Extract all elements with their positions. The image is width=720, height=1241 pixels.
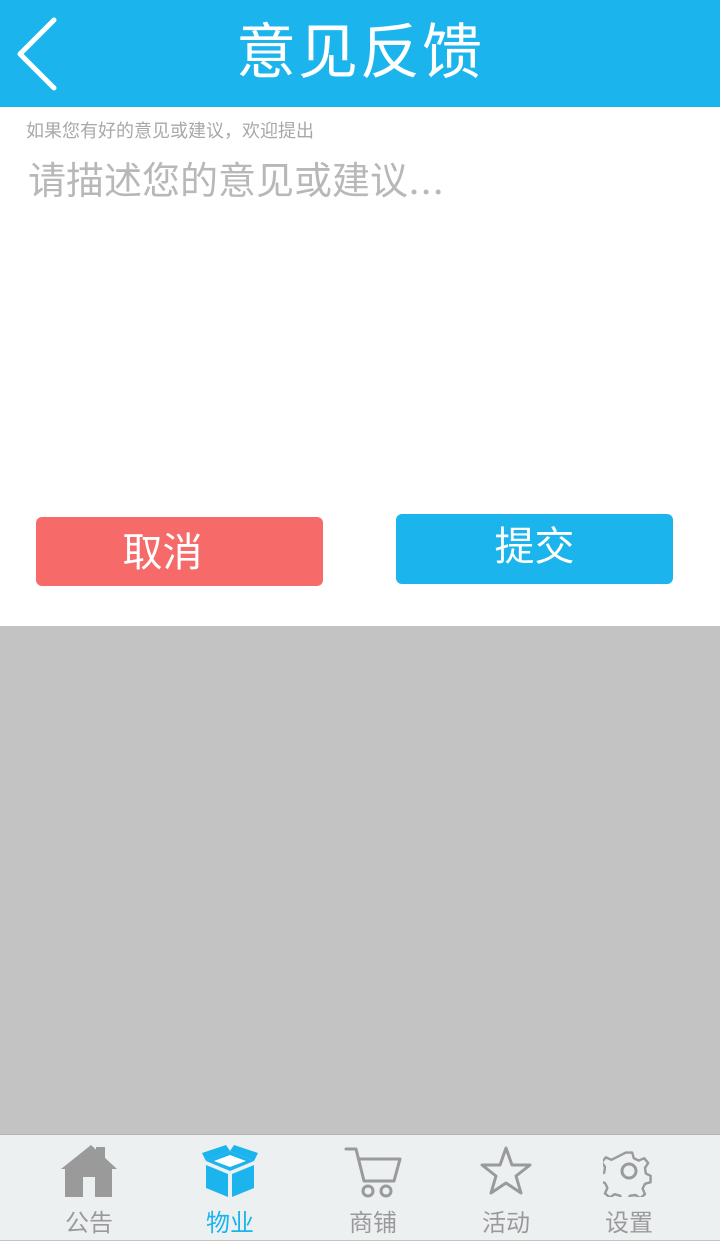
submit-button[interactable]: 提交 [396,514,673,584]
box-icon [165,1145,295,1201]
tab-settings[interactable]: 设置 [564,1135,694,1241]
tab-announcement[interactable]: 公告 [24,1135,154,1241]
feedback-hint: 如果您有好的意见或建议，欢迎提出 [26,121,314,142]
cart-icon [308,1145,438,1201]
tab-shops[interactable]: 商铺 [308,1135,438,1241]
tab-activities[interactable]: 活动 [441,1135,571,1241]
star-icon [441,1145,571,1201]
header-bar: 意见反馈 [0,0,720,107]
feedback-panel: 如果您有好的意见或建议，欢迎提出 取消 提交 [0,107,720,626]
tab-label-announcement: 公告 [65,1209,113,1237]
tab-property[interactable]: 物业 [165,1135,295,1241]
tab-label-property: 物业 [206,1209,254,1237]
tab-label-activities: 活动 [482,1209,530,1237]
home-icon [24,1145,154,1201]
dashed-divider [0,471,720,474]
page-title: 意见反馈 [236,18,484,88]
feedback-input[interactable] [20,151,700,461]
tab-label-shops: 商铺 [349,1209,397,1237]
cancel-button[interactable]: 取消 [36,517,323,586]
tab-label-settings: 设置 [605,1209,653,1237]
bottom-tab-bar: 公告 物业 商铺 活动 设置 [0,1134,720,1240]
gear-icon [564,1145,694,1201]
